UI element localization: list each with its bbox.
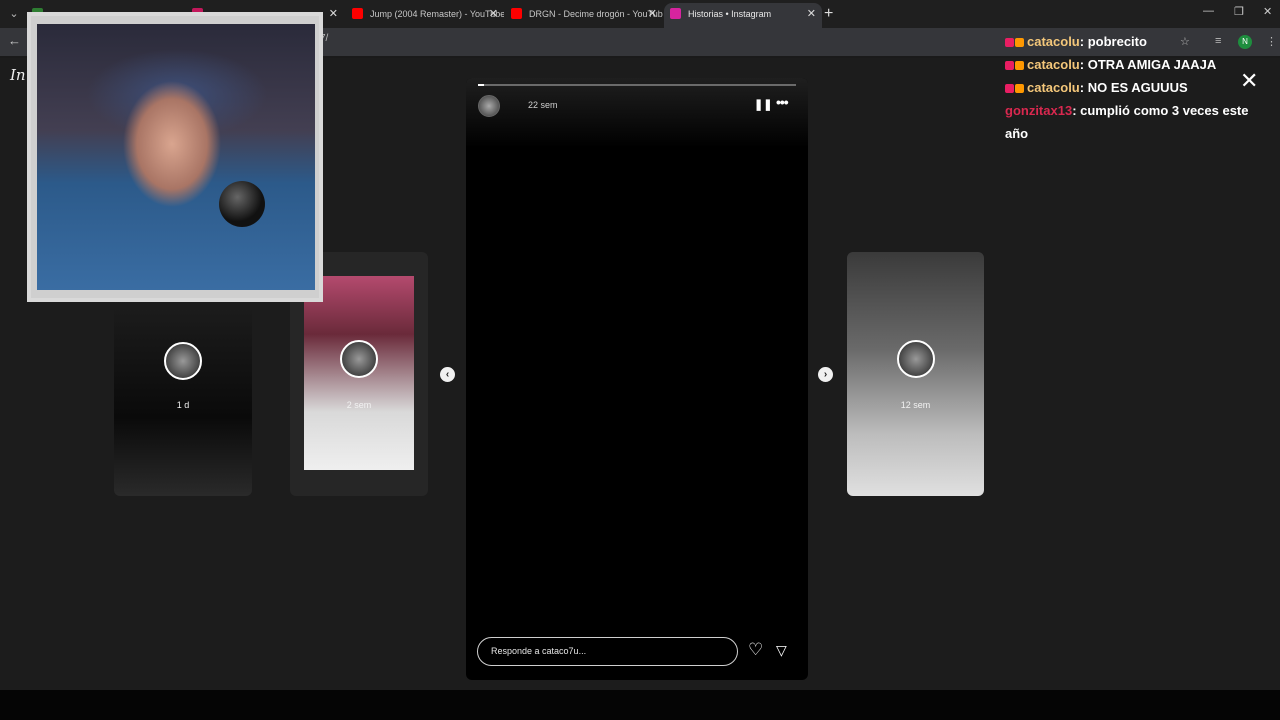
story-avatar (897, 340, 935, 378)
chat-message: catacolu: NO ES AGUUUS (1005, 76, 1265, 99)
stream-chat: catacolu: pobrecito catacolu: OTRA AMIGA… (1005, 30, 1265, 145)
story-avatar (164, 342, 202, 380)
story-time: 22 sem (528, 100, 558, 110)
badge-icon (1005, 38, 1014, 47)
close-tab-icon[interactable]: ✕ (648, 3, 657, 25)
like-heart-icon[interactable]: ♡ (748, 640, 763, 660)
close-tab-icon[interactable]: ✕ (329, 3, 338, 25)
instagram-logo[interactable]: In (10, 66, 26, 84)
badge-icon (1015, 84, 1024, 93)
badge-icon (1005, 61, 1014, 70)
badge-icon (1005, 84, 1014, 93)
story-time: 1 d (176, 400, 190, 410)
reply-input[interactable]: Responde a cataco7u... (477, 637, 738, 666)
chat-message: gonzitax13: cumplió como 3 veces este añ… (1005, 103, 1249, 141)
story-time: 2 sem (346, 400, 372, 410)
story-avatar (340, 340, 378, 378)
tab-jump[interactable]: Jump (2004 Remaster) - YouTube ✕ (346, 3, 504, 28)
story-card-next-1[interactable]: 12 sem (847, 252, 984, 496)
story-progress-fill (478, 84, 485, 86)
story-time: 12 sem (900, 400, 931, 410)
close-window-icon[interactable]: ✕ (1263, 5, 1272, 18)
close-tab-icon[interactable]: ✕ (489, 3, 498, 25)
bottom-bar (0, 690, 1280, 720)
story-progress-bar (478, 84, 796, 86)
active-story[interactable]: 22 sem ❚❚ ••• Responde a cataco7u... ♡ ▽ (466, 78, 808, 680)
youtube-icon (352, 8, 363, 19)
previous-story-button[interactable]: ‹ (440, 367, 455, 382)
menu-dots-icon[interactable]: ⋮ (1266, 35, 1277, 48)
tab-drgn[interactable]: DRGN - Decime drogón - YouTube ✕ (505, 3, 663, 28)
chat-message: catacolu: OTRA AMIGA JAAJA (1005, 53, 1265, 76)
story-card-previous-2[interactable]: 1 d (114, 300, 252, 496)
restore-icon[interactable]: ❐ (1234, 5, 1244, 18)
microphone (219, 181, 265, 227)
new-tab-button[interactable]: + (824, 5, 833, 23)
pause-icon[interactable]: ❚❚ (754, 98, 772, 111)
more-options-icon[interactable]: ••• (776, 94, 789, 110)
youtube-icon (511, 8, 522, 19)
story-author-avatar[interactable] (478, 95, 500, 117)
back-arrow-icon[interactable]: ← (8, 33, 21, 48)
badge-icon (1015, 38, 1024, 47)
chat-message: catacolu: pobrecito (1005, 30, 1265, 53)
badge-icon (1015, 61, 1024, 70)
tab-search-chevron-icon[interactable]: ⌄ (6, 6, 22, 22)
webcam-feed (37, 24, 315, 290)
close-tab-icon[interactable]: ✕ (807, 3, 816, 25)
tab-instagram[interactable]: Historias • Instagram ✕ (664, 3, 822, 28)
webcam-overlay (27, 12, 323, 302)
minimize-icon[interactable]: — (1203, 5, 1214, 17)
next-story-button[interactable]: › (818, 367, 833, 382)
instagram-icon (670, 8, 681, 19)
send-icon[interactable]: ▽ (776, 642, 787, 659)
